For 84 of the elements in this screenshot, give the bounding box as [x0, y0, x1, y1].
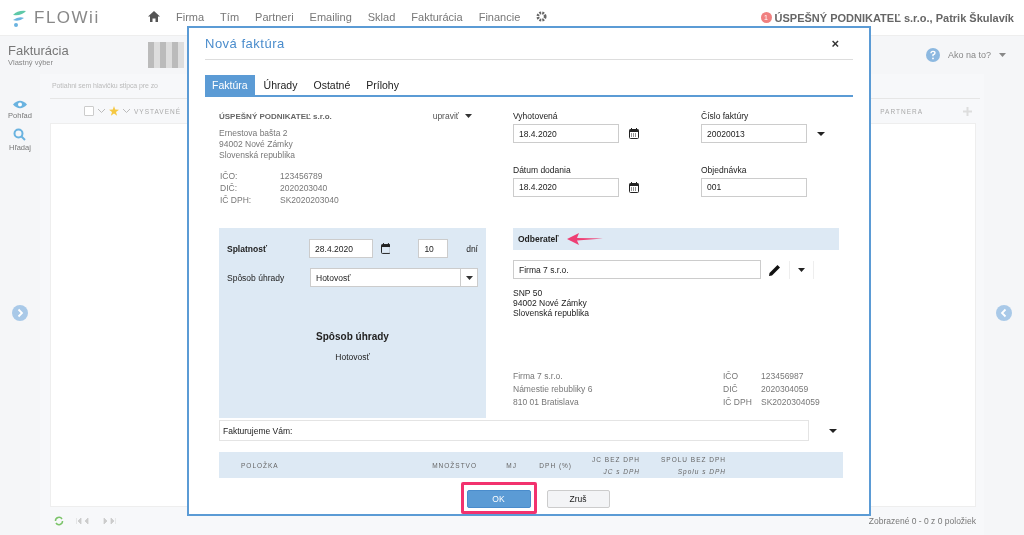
intro-text-field[interactable]: Fakturujeme Vám:	[219, 420, 809, 442]
address-line: Slovenská republika	[513, 308, 591, 319]
field-label: Dátum dodania	[513, 164, 572, 175]
tab[interactable]: Faktúra	[205, 75, 255, 96]
field-label: Objednávka	[701, 164, 748, 175]
pager-status: Zobrazené 0 - 0 z 0 položiek	[868, 516, 976, 526]
address-line: Ernestova bašta 2	[219, 128, 289, 140]
tab[interactable]: Prílohy	[359, 75, 406, 96]
section-title: Odberateľ	[518, 234, 559, 245]
nav-link[interactable]: Firma	[176, 10, 205, 23]
date-field[interactable]: 28.4.2020	[309, 239, 373, 259]
nav-link[interactable]: Partneri	[255, 10, 294, 23]
tab[interactable]: Úhrady	[256, 75, 305, 96]
caret-icon[interactable]	[798, 267, 805, 272]
field-label: Spôsob úhrady	[227, 272, 286, 283]
address-line: 94002 Nové Zámky	[219, 139, 294, 151]
edit-link[interactable]: upraviť	[432, 111, 459, 122]
id-value: 123456789	[280, 170, 324, 183]
help-link[interactable]: Ako na to?	[947, 50, 991, 60]
settings-icon[interactable]	[536, 11, 548, 22]
chevron-right-icon[interactable]	[12, 305, 28, 321]
caret-icon[interactable]	[817, 131, 825, 136]
id-value: SK2020203040	[280, 194, 340, 207]
caret-icon[interactable]	[465, 114, 472, 119]
nav-link[interactable]: Emailing	[309, 10, 352, 23]
refresh-icon[interactable]	[54, 516, 64, 526]
eye-icon[interactable]	[13, 100, 27, 109]
dialog-title: Nová faktúra	[205, 36, 285, 52]
billing-line: Námestie rebubliky 6	[513, 383, 594, 397]
chevron-down-icon[interactable]	[98, 109, 105, 113]
address-line: SNP 50	[513, 288, 544, 299]
user-name[interactable]: ÚSPEŠNÝ PODNIKATEĽ s.r.o., Patrik Škulavík	[774, 11, 1014, 24]
chevron-down-icon[interactable]	[123, 109, 130, 113]
field-label: Splatnosť	[227, 243, 268, 254]
close-button[interactable]: ×	[829, 37, 841, 51]
summary-title: Spôsob úhrady	[316, 331, 389, 343]
supplier-name: ÚSPEŠNÝ PODNIKATEĽ s.r.o.	[219, 111, 332, 121]
id-label: DIČ	[723, 383, 739, 397]
input-field[interactable]: 18.4.2020	[513, 177, 619, 197]
calendar-icon[interactable]	[380, 243, 391, 255]
calendar-icon[interactable]	[629, 128, 639, 140]
image-placeholder	[148, 42, 184, 68]
home-icon[interactable]	[148, 11, 160, 22]
nav-link[interactable]: Financie	[478, 10, 521, 23]
id-value: 2020304059	[761, 383, 810, 397]
id-label: DIČ:	[220, 182, 238, 195]
input-field[interactable]: 18.4.2020	[513, 124, 619, 144]
id-label: IČ DPH:	[220, 194, 253, 207]
nav-link[interactable]: Tím	[220, 10, 240, 23]
input-field[interactable]: 20020013	[701, 124, 807, 144]
id-label: IČO:	[220, 170, 239, 183]
calendar-icon[interactable]	[629, 181, 639, 193]
id-value: SK2020304059	[761, 396, 820, 410]
id-label: IČO	[723, 370, 740, 384]
billing-line: 810 01 Bratislava	[513, 396, 580, 410]
page-title: Fakturácia	[8, 43, 70, 58]
nav-link[interactable]: Fakturácia	[411, 10, 463, 23]
input-field[interactable]: 001	[701, 177, 807, 197]
id-value: 123456987	[761, 370, 805, 384]
unit-label: dní	[466, 243, 478, 254]
billing-line: Firma 7 s.r.o.	[513, 370, 564, 384]
id-value: 2020203040	[280, 182, 329, 195]
caret-icon[interactable]	[829, 428, 837, 433]
tab[interactable]: Ostatné	[306, 75, 358, 96]
payment-method-select[interactable]: Hotovosť	[310, 268, 478, 288]
address-line: 94002 Nové Zámky	[513, 298, 587, 309]
ok-button[interactable]: OK	[466, 490, 531, 508]
field-label: Číslo faktúry	[701, 111, 750, 122]
pencil-icon[interactable]	[769, 263, 781, 276]
nav-link[interactable]: Sklad	[367, 10, 396, 23]
field-label: Vyhotovená	[513, 111, 559, 122]
checkbox[interactable]	[84, 106, 94, 116]
id-label: IČ DPH	[723, 396, 753, 410]
customer-field[interactable]: Firma 7 s.r.o.	[513, 260, 761, 280]
help-icon[interactable]	[925, 48, 940, 62]
cancel-button[interactable]: Zruš	[546, 490, 610, 508]
chevron-left-icon[interactable]	[996, 305, 1012, 321]
logo-text: FLOWii	[34, 7, 100, 28]
search-icon[interactable]	[13, 128, 27, 141]
days-field[interactable]: 10	[418, 239, 449, 259]
summary-value: Hotovosť	[335, 352, 370, 363]
star-icon[interactable]	[109, 106, 119, 116]
caret-icon[interactable]	[465, 275, 473, 280]
address-line: Slovenská republika	[219, 150, 297, 162]
